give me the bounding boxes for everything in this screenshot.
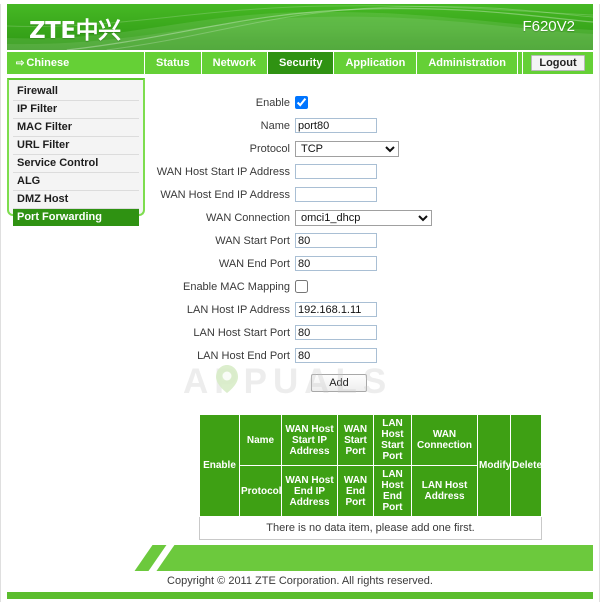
sidebar-item-mac-filter[interactable]: MAC Filter (13, 119, 139, 137)
row-wan-host-start-ip: WAN Host Start IP Address (145, 163, 593, 180)
row-wan-start-port: WAN Start Port (145, 232, 593, 249)
col-wan-host-end-ip: WAN Host End IP Address (281, 465, 338, 517)
label-name: Name (260, 119, 290, 132)
wan-host-end-ip-input[interactable] (295, 187, 377, 202)
field-lan-host-ip (295, 302, 377, 317)
field-lan-host-start-port (295, 325, 377, 340)
label-lan-host-end-port: LAN Host End Port (197, 349, 290, 362)
add-button-row: Add (145, 374, 593, 392)
wan-connection-select[interactable]: omci1_dhcp (295, 209, 432, 226)
logout-button[interactable]: Logout (531, 55, 585, 71)
main-navigation: ⇨ Chinese Status Network Security Applic… (7, 52, 593, 74)
col-delete: Delete (510, 414, 542, 517)
sidebar-item-service-control[interactable]: Service Control (13, 155, 139, 173)
field-name (295, 118, 377, 133)
lan-host-ip-input[interactable] (295, 302, 377, 317)
tab-network[interactable]: Network (201, 52, 269, 74)
label-protocol: Protocol (249, 142, 290, 155)
sidebar-item-firewall[interactable]: Firewall (13, 83, 139, 101)
col-lan-host-address: LAN Host Address (411, 465, 478, 517)
table-empty-message: There is no data item, please add one fi… (199, 516, 542, 540)
copyright-text: Copyright © 2011 ZTE Corporation. All ri… (167, 575, 433, 587)
label-wan-connection: WAN Connection (206, 211, 290, 224)
lan-host-end-port-input[interactable] (295, 348, 377, 363)
field-wan-host-start-ip (295, 164, 377, 179)
language-switch-chinese[interactable]: ⇨ Chinese (7, 52, 145, 74)
table-header-row-1: Enable Name WAN Host Start IP Address WA… (199, 414, 542, 517)
tab-application[interactable]: Application (334, 52, 418, 74)
col-wan-host-start-ip: WAN Host Start IP Address (281, 414, 338, 466)
row-lan-host-end-port: LAN Host End Port (145, 347, 593, 364)
tab-security[interactable]: Security (268, 52, 335, 74)
sidebar-item-dmz-host[interactable]: DMZ Host (13, 191, 139, 209)
protocol-select[interactable]: TCP (295, 140, 399, 157)
port-forwarding-form-panel: Enable Name Protocol TCP (145, 78, 593, 540)
arrow-right-icon: ⇨ (16, 57, 25, 69)
wan-start-port-input[interactable] (295, 233, 377, 248)
label-wan-host-end-ip: WAN Host End IP Address (160, 188, 290, 201)
sidebar-item-url-filter[interactable]: URL Filter (13, 137, 139, 155)
field-protocol: TCP (295, 140, 399, 157)
label-lan-host-ip: LAN Host IP Address (186, 303, 290, 316)
col-wan-start-port: WAN Start Port (337, 414, 374, 466)
page-footer: Copyright © 2011 ZTE Corporation. All ri… (1, 541, 599, 602)
zte-logo: ZTE中兴 (29, 18, 121, 44)
row-enable: Enable (145, 94, 593, 111)
page-content: Firewall IP Filter MAC Filter URL Filter… (7, 78, 593, 540)
col-wan-connection: WAN Connection (411, 414, 478, 466)
wan-host-start-ip-input[interactable] (295, 164, 377, 179)
enable-mac-mapping-checkbox[interactable] (295, 280, 308, 293)
col-wan-end-port: WAN End Port (337, 465, 374, 517)
label-lan-host-start-port: LAN Host Start Port (193, 326, 290, 339)
col-protocol: Protocol (239, 465, 282, 517)
label-wan-start-port: WAN Start Port (215, 234, 290, 247)
row-enable-mac-mapping: Enable MAC Mapping (145, 278, 593, 295)
port-forwarding-table: Enable Name WAN Host Start IP Address WA… (199, 414, 542, 540)
lan-host-start-port-input[interactable] (295, 325, 377, 340)
field-enable (295, 96, 308, 109)
row-wan-end-port: WAN End Port (145, 255, 593, 272)
col-name: Name (239, 414, 282, 466)
field-enable-mac-mapping (295, 280, 308, 293)
row-protocol: Protocol TCP (145, 140, 593, 157)
field-wan-start-port (295, 233, 377, 248)
col-enable: Enable (199, 414, 240, 517)
col-lan-host-start-port: LAN Host Start Port (373, 414, 412, 466)
label-wan-end-port: WAN End Port (218, 257, 290, 270)
page-header: ZTE中兴 F620V2 (7, 4, 593, 50)
security-sidebar: Firewall IP Filter MAC Filter URL Filter… (7, 78, 145, 226)
col-lan-host-end-port: LAN Host End Port (373, 465, 412, 517)
sidebar-item-ip-filter[interactable]: IP Filter (13, 101, 139, 119)
name-input[interactable] (295, 118, 377, 133)
footer-diagonal-banner-icon (134, 545, 593, 571)
field-lan-host-end-port (295, 348, 377, 363)
field-wan-connection: omci1_dhcp (295, 209, 432, 226)
logout-container: Logout (523, 52, 593, 74)
enable-checkbox[interactable] (295, 96, 308, 109)
tab-status[interactable]: Status (145, 52, 202, 74)
row-lan-host-start-port: LAN Host Start Port (145, 324, 593, 341)
table-empty-row: There is no data item, please add one fi… (199, 516, 542, 540)
row-lan-host-ip: LAN Host IP Address (145, 301, 593, 318)
col-modify: Modify (477, 414, 511, 517)
field-wan-end-port (295, 256, 377, 271)
port-forwarding-table-container: Enable Name WAN Host Start IP Address WA… (199, 414, 542, 540)
row-wan-host-end-ip: WAN Host End IP Address (145, 186, 593, 203)
row-name: Name (145, 117, 593, 134)
footer-graphic (7, 541, 593, 571)
row-wan-connection: WAN Connection omci1_dhcp (145, 209, 593, 226)
label-enable: Enable (255, 96, 290, 109)
field-wan-host-end-ip (295, 187, 377, 202)
router-admin-page: ZTE中兴 F620V2 ⇨ Chinese Status Network Se… (0, 4, 600, 602)
wan-end-port-input[interactable] (295, 256, 377, 271)
sidebar-item-port-forwarding[interactable]: Port Forwarding (13, 209, 139, 226)
label-enable-mac-mapping: Enable MAC Mapping (182, 280, 290, 293)
add-button[interactable]: Add (311, 374, 367, 392)
language-switch-label: Chinese (26, 57, 70, 69)
tab-administration[interactable]: Administration (417, 52, 518, 74)
label-wan-host-start-ip: WAN Host Start IP Address (156, 165, 290, 178)
device-model-label: F620V2 (522, 18, 575, 35)
sidebar-item-alg[interactable]: ALG (13, 173, 139, 191)
